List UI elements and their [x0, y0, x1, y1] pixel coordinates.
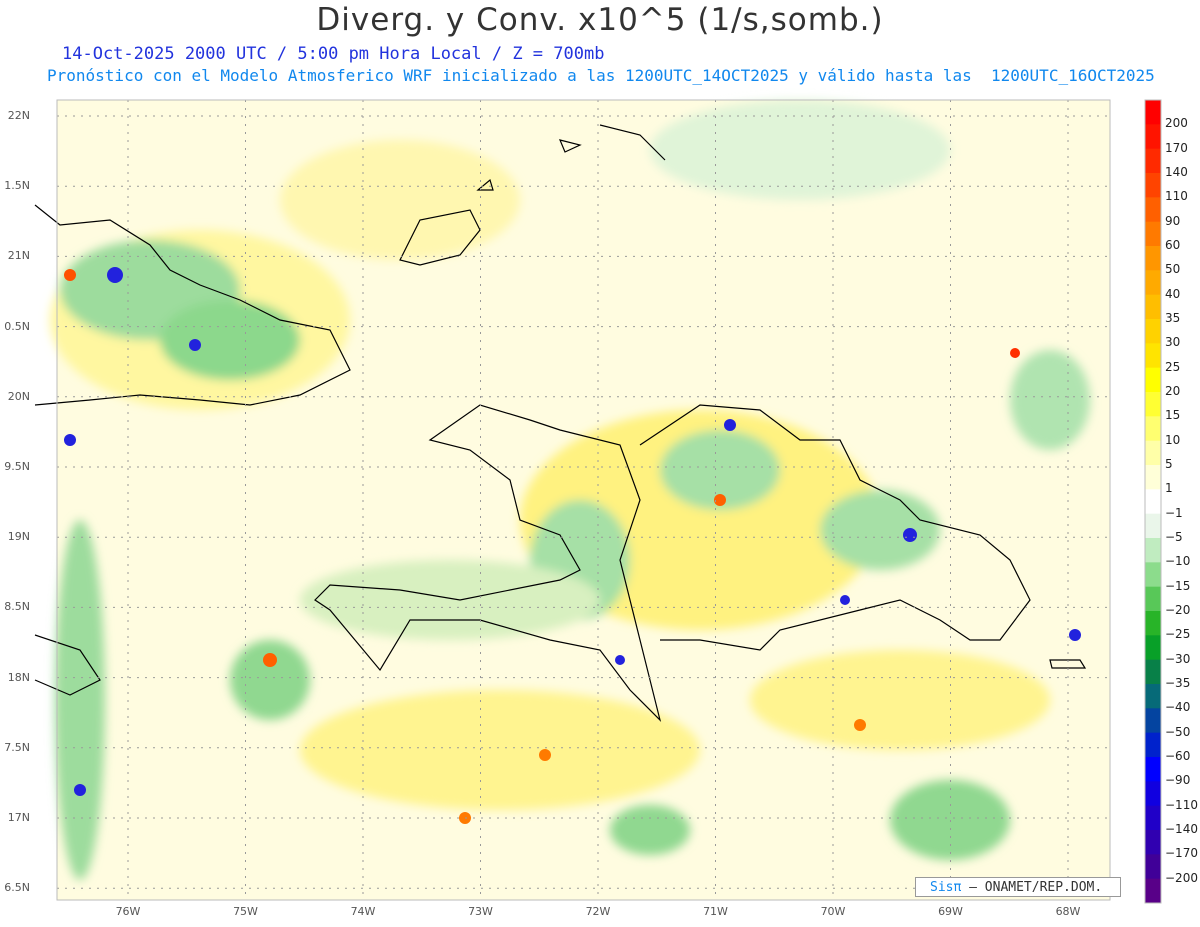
colorbar-label: −25 — [1165, 627, 1191, 642]
colorbar-segment — [1145, 367, 1161, 393]
lon-label: 72W — [585, 905, 611, 918]
lat-label: 22N — [7, 109, 30, 122]
colorbar-segment — [1145, 708, 1161, 734]
lat-label: 9.5N — [4, 460, 30, 473]
lon-label: 70W — [820, 905, 846, 918]
colorbar-segment — [1145, 781, 1161, 807]
colorbar-segment — [1145, 173, 1161, 198]
colorbar-segment — [1145, 757, 1161, 782]
colorbar-label: 10 — [1165, 432, 1181, 447]
colorbar-label: −200 — [1165, 870, 1198, 885]
colorbar-label: −1 — [1165, 505, 1183, 520]
colorbar-segment — [1145, 343, 1161, 369]
colorbar-segment — [1145, 392, 1161, 417]
lon-label: 75W — [233, 905, 258, 918]
colorbar-segment — [1145, 246, 1161, 271]
colorbar — [1144, 99, 1162, 904]
colorbar-label: 50 — [1165, 262, 1181, 277]
colorbar-segment — [1145, 586, 1161, 612]
colorbar-label: 20 — [1165, 384, 1181, 398]
colorbar-segment — [1145, 148, 1161, 174]
colorbar-label: 15 — [1165, 408, 1181, 423]
lat-label: 19N — [7, 530, 30, 544]
colorbar-label: 30 — [1165, 335, 1181, 350]
colorbar-label: 35 — [1165, 311, 1181, 325]
colorbar-label: −60 — [1165, 749, 1191, 763]
lon-label: 71W — [703, 905, 728, 918]
colorbar-segment — [1145, 684, 1161, 709]
colorbar-label: −5 — [1165, 530, 1183, 544]
colorbar-segment — [1145, 319, 1161, 344]
colorbar-segment — [1145, 465, 1161, 490]
colorbar-label: 140 — [1165, 165, 1188, 179]
colorbar-segment — [1145, 635, 1161, 661]
colorbar-segment — [1145, 489, 1161, 515]
lat-label: 7.5N — [4, 740, 30, 754]
colorbar-segment — [1145, 611, 1161, 636]
lat-label: 0.5N — [4, 319, 30, 333]
colorbar-label: −140 — [1165, 822, 1198, 836]
colorbar-segment — [1145, 830, 1161, 855]
lat-label: 8.5N — [4, 600, 30, 614]
colorbar-label: 170 — [1165, 140, 1188, 155]
colorbar-label: −40 — [1165, 700, 1191, 715]
colorbar-label: −110 — [1165, 797, 1198, 812]
lat-label: 6.5N — [4, 881, 30, 895]
colorbar-segment — [1145, 100, 1161, 125]
colorbar-segment — [1145, 805, 1161, 831]
lon-label: 76W — [115, 905, 141, 918]
colorbar-label: −90 — [1165, 773, 1191, 788]
colorbar-segment — [1145, 440, 1161, 466]
colorbar-segment — [1145, 124, 1161, 150]
lat-label: 21N — [7, 249, 30, 263]
colorbar-segment — [1145, 854, 1161, 880]
lat-label: 17N — [7, 811, 30, 824]
sispi-logo: Sisπ — [930, 880, 962, 895]
colorbar-label: −15 — [1165, 578, 1191, 593]
credit-text: – ONAMET/REP.DOM. — [961, 880, 1103, 895]
lon-label: 74W — [350, 905, 376, 918]
colorbar-segment — [1145, 732, 1161, 758]
colorbar-label: 1 — [1165, 481, 1173, 496]
lon-label: 68W — [1055, 905, 1081, 918]
lat-label: 18N — [7, 670, 30, 684]
colorbar-segment — [1145, 659, 1161, 685]
colorbar-segment — [1145, 562, 1161, 588]
colorbar-label: −50 — [1165, 724, 1191, 739]
colorbar-label: 25 — [1165, 359, 1181, 374]
colorbar-label: 40 — [1165, 286, 1181, 301]
lon-label: 69W — [938, 905, 963, 918]
lat-label: 1.5N — [4, 179, 30, 193]
colorbar-label: 5 — [1165, 457, 1173, 471]
colorbar-label: −30 — [1165, 651, 1191, 666]
colorbar-segment — [1145, 270, 1161, 296]
colorbar-label: −170 — [1165, 846, 1198, 861]
colorbar-segment — [1145, 221, 1161, 247]
colorbar-segment — [1145, 416, 1161, 442]
colorbar-segment — [1145, 197, 1161, 223]
colorbar-segment — [1145, 878, 1161, 904]
credit-box: Sisπ – ONAMET/REP.DOM. — [915, 877, 1121, 897]
lat-label: 20N — [7, 389, 30, 403]
colorbar-segment — [1145, 513, 1161, 539]
colorbar-segment — [1145, 538, 1161, 563]
colorbar-label: −35 — [1165, 676, 1191, 690]
colorbar-label: 200 — [1165, 116, 1188, 131]
lon-label: 73W — [468, 905, 493, 918]
colorbar-segment — [1145, 294, 1161, 320]
colorbar-label: 60 — [1165, 238, 1181, 252]
colorbar-label: −20 — [1165, 603, 1191, 617]
colorbar-label: 110 — [1165, 189, 1188, 204]
colorbar-label: −10 — [1165, 554, 1191, 569]
colorbar-label: 90 — [1165, 213, 1181, 228]
divergence-map — [34, 99, 1162, 904]
